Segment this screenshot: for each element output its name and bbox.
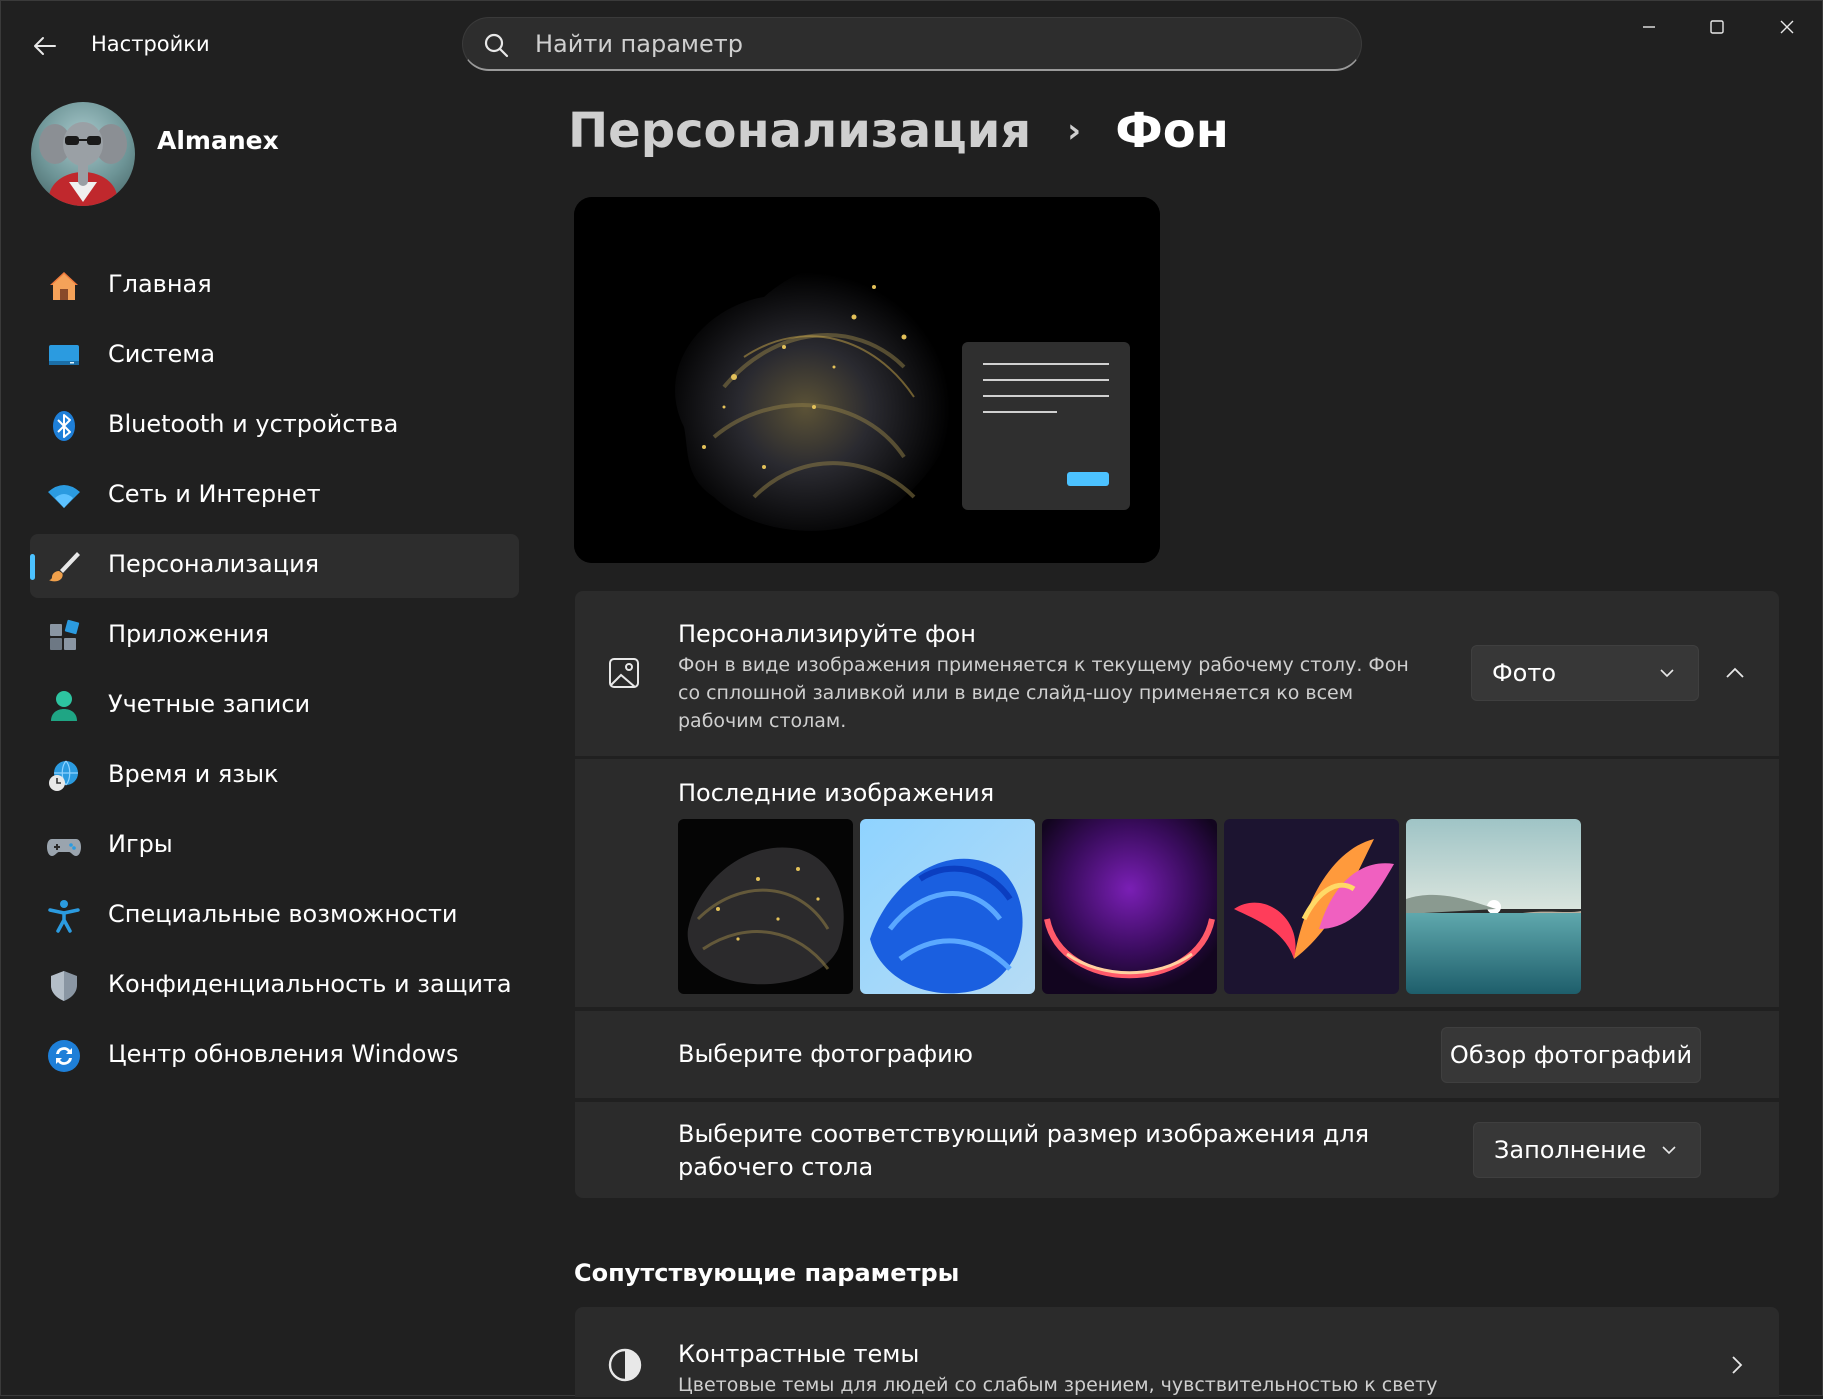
title-bar: Настройки bbox=[1, 1, 1822, 89]
sidebar-item-accessibility[interactable]: Специальные возможности bbox=[30, 884, 519, 948]
sidebar-item-label: Главная bbox=[108, 270, 212, 298]
breadcrumb: Персонализация › Фон bbox=[568, 103, 1229, 159]
sidebar-item-personalization[interactable]: Персонализация bbox=[30, 534, 519, 598]
sidebar-item-home[interactable]: Главная bbox=[30, 254, 519, 318]
background-card-title: Персонализируйте фон bbox=[678, 620, 976, 648]
sidebar-item-label: Время и язык bbox=[108, 760, 279, 788]
sidebar-item-windows-update[interactable]: Центр обновления Windows bbox=[30, 1024, 519, 1088]
collapse-button[interactable] bbox=[1715, 653, 1755, 693]
sidebar-item-label: Центр обновления Windows bbox=[108, 1040, 459, 1068]
image-fit-dropdown[interactable]: Заполнение bbox=[1473, 1122, 1701, 1178]
sidebar-item-label: Сеть и Интернет bbox=[108, 480, 321, 508]
search-input[interactable] bbox=[533, 18, 1337, 70]
contrast-themes-description: Цветовые темы для людей со слабым зрение… bbox=[678, 1374, 1438, 1396]
globe-clock-icon bbox=[46, 758, 82, 794]
settings-window: Настройки Найти параметр Almanex Главная… bbox=[0, 0, 1823, 1397]
purple-glow-thumbnail bbox=[1042, 819, 1217, 994]
bluetooth-icon bbox=[46, 408, 82, 444]
sidebar-item-system[interactable]: Система bbox=[30, 324, 519, 388]
desktop-preview bbox=[574, 197, 1160, 563]
elephant-avatar-image bbox=[39, 122, 127, 206]
apps-icon bbox=[46, 618, 82, 654]
preview-text-line bbox=[983, 379, 1109, 381]
image-icon bbox=[609, 658, 639, 688]
recent-image-thumbnail[interactable] bbox=[1224, 819, 1399, 994]
contrast-themes-title: Контрастные темы bbox=[678, 1340, 920, 1368]
close-icon bbox=[1780, 20, 1794, 34]
update-icon bbox=[46, 1038, 82, 1074]
preview-text-line bbox=[983, 395, 1109, 397]
sidebar-item-label: Bluetooth и устройства bbox=[108, 410, 399, 438]
search-icon bbox=[484, 33, 509, 58]
sidebar-item-label: Система bbox=[108, 340, 216, 368]
background-type-card: Персонализируйте фон Фон в виде изображе… bbox=[575, 591, 1779, 756]
user-name: Almanex bbox=[157, 126, 279, 155]
dropdown-value: Фото bbox=[1492, 659, 1557, 687]
breadcrumb-separator: › bbox=[1067, 111, 1082, 151]
sidebar-item-network[interactable]: Сеть и Интернет bbox=[30, 464, 519, 528]
minimize-icon bbox=[1643, 26, 1655, 28]
maximize-icon bbox=[1710, 20, 1724, 34]
recent-images-title: Последние изображения bbox=[678, 779, 995, 807]
sidebar-item-label: Специальные возможности bbox=[108, 900, 458, 928]
monitor-icon bbox=[46, 338, 82, 374]
choose-photo-card: Выберите фотографию Обзор фотографий bbox=[575, 1011, 1779, 1098]
gamepad-icon bbox=[46, 828, 82, 864]
close-button[interactable] bbox=[1761, 11, 1813, 43]
recent-image-thumbnail[interactable] bbox=[678, 819, 853, 994]
sidebar-item-privacy[interactable]: Конфиденциальность и защита bbox=[30, 954, 519, 1018]
sidebar-item-label: Персонализация bbox=[108, 550, 320, 578]
background-card-description: Фон в виде изображения применяется к тек… bbox=[678, 654, 1409, 732]
chevron-down-icon bbox=[1662, 1146, 1676, 1155]
home-icon bbox=[46, 268, 82, 304]
brush-icon bbox=[46, 548, 82, 584]
maximize-button[interactable] bbox=[1691, 11, 1743, 43]
contrast-icon bbox=[608, 1348, 642, 1382]
accessibility-icon bbox=[46, 898, 82, 934]
contrast-themes-link[interactable]: Контрастные темы Цветовые темы для людей… bbox=[575, 1307, 1779, 1397]
preview-accent-button bbox=[1067, 472, 1109, 486]
sidebar-nav: Главная Система Bluetooth и устройства С… bbox=[30, 254, 519, 1094]
sidebar-item-label: Учетные записи bbox=[108, 690, 311, 718]
image-fit-label: Выберите соответствующий размер изображе… bbox=[678, 1120, 1370, 1181]
choose-photo-label: Выберите фотографию bbox=[678, 1040, 973, 1068]
wifi-icon bbox=[46, 478, 82, 514]
preview-text-line bbox=[983, 363, 1109, 365]
sidebar-item-apps[interactable]: Приложения bbox=[30, 604, 519, 668]
sidebar-item-accounts[interactable]: Учетные записи bbox=[30, 674, 519, 738]
recent-image-thumbnail[interactable] bbox=[1406, 819, 1581, 994]
sidebar-item-label: Игры bbox=[108, 830, 173, 858]
chevron-right-icon bbox=[1732, 1356, 1743, 1374]
lake-landscape-thumbnail bbox=[1406, 819, 1581, 994]
background-type-dropdown[interactable]: Фото bbox=[1471, 645, 1699, 701]
recent-image-thumbnail[interactable] bbox=[860, 819, 1035, 994]
sidebar-item-bluetooth[interactable]: Bluetooth и устройства bbox=[30, 394, 519, 458]
blue-bloom-thumbnail bbox=[860, 819, 1035, 994]
app-title: Настройки bbox=[91, 32, 210, 56]
back-arrow-icon bbox=[34, 37, 56, 55]
sidebar-item-time-language[interactable]: Время и язык bbox=[30, 744, 519, 808]
page-title: Фон bbox=[1115, 103, 1229, 159]
colorful-flow-thumbnail bbox=[1224, 819, 1399, 994]
preview-text-line bbox=[983, 411, 1057, 413]
preview-window bbox=[962, 342, 1130, 510]
sidebar-item-gaming[interactable]: Игры bbox=[30, 814, 519, 878]
shield-icon bbox=[46, 968, 82, 1004]
person-icon bbox=[46, 688, 82, 724]
recent-image-thumbnail[interactable] bbox=[1042, 819, 1217, 994]
sidebar-item-label: Конфиденциальность и защита bbox=[108, 970, 512, 998]
chevron-up-icon bbox=[1726, 667, 1744, 678]
related-settings-title: Сопутствующие параметры bbox=[574, 1259, 960, 1287]
search-box[interactable] bbox=[462, 17, 1362, 71]
minimize-button[interactable] bbox=[1623, 11, 1675, 43]
browse-photos-button[interactable]: Обзор фотографий bbox=[1441, 1027, 1701, 1083]
avatar[interactable] bbox=[31, 102, 135, 206]
sidebar-item-label: Приложения bbox=[108, 620, 270, 648]
dropdown-value: Заполнение bbox=[1494, 1136, 1647, 1164]
gold-swirl-thumbnail bbox=[678, 819, 853, 994]
chevron-down-icon bbox=[1660, 669, 1674, 678]
back-button[interactable] bbox=[27, 31, 63, 61]
image-fit-card: Выберите соответствующий размер изображе… bbox=[575, 1102, 1779, 1198]
breadcrumb-parent[interactable]: Персонализация bbox=[568, 103, 1031, 159]
